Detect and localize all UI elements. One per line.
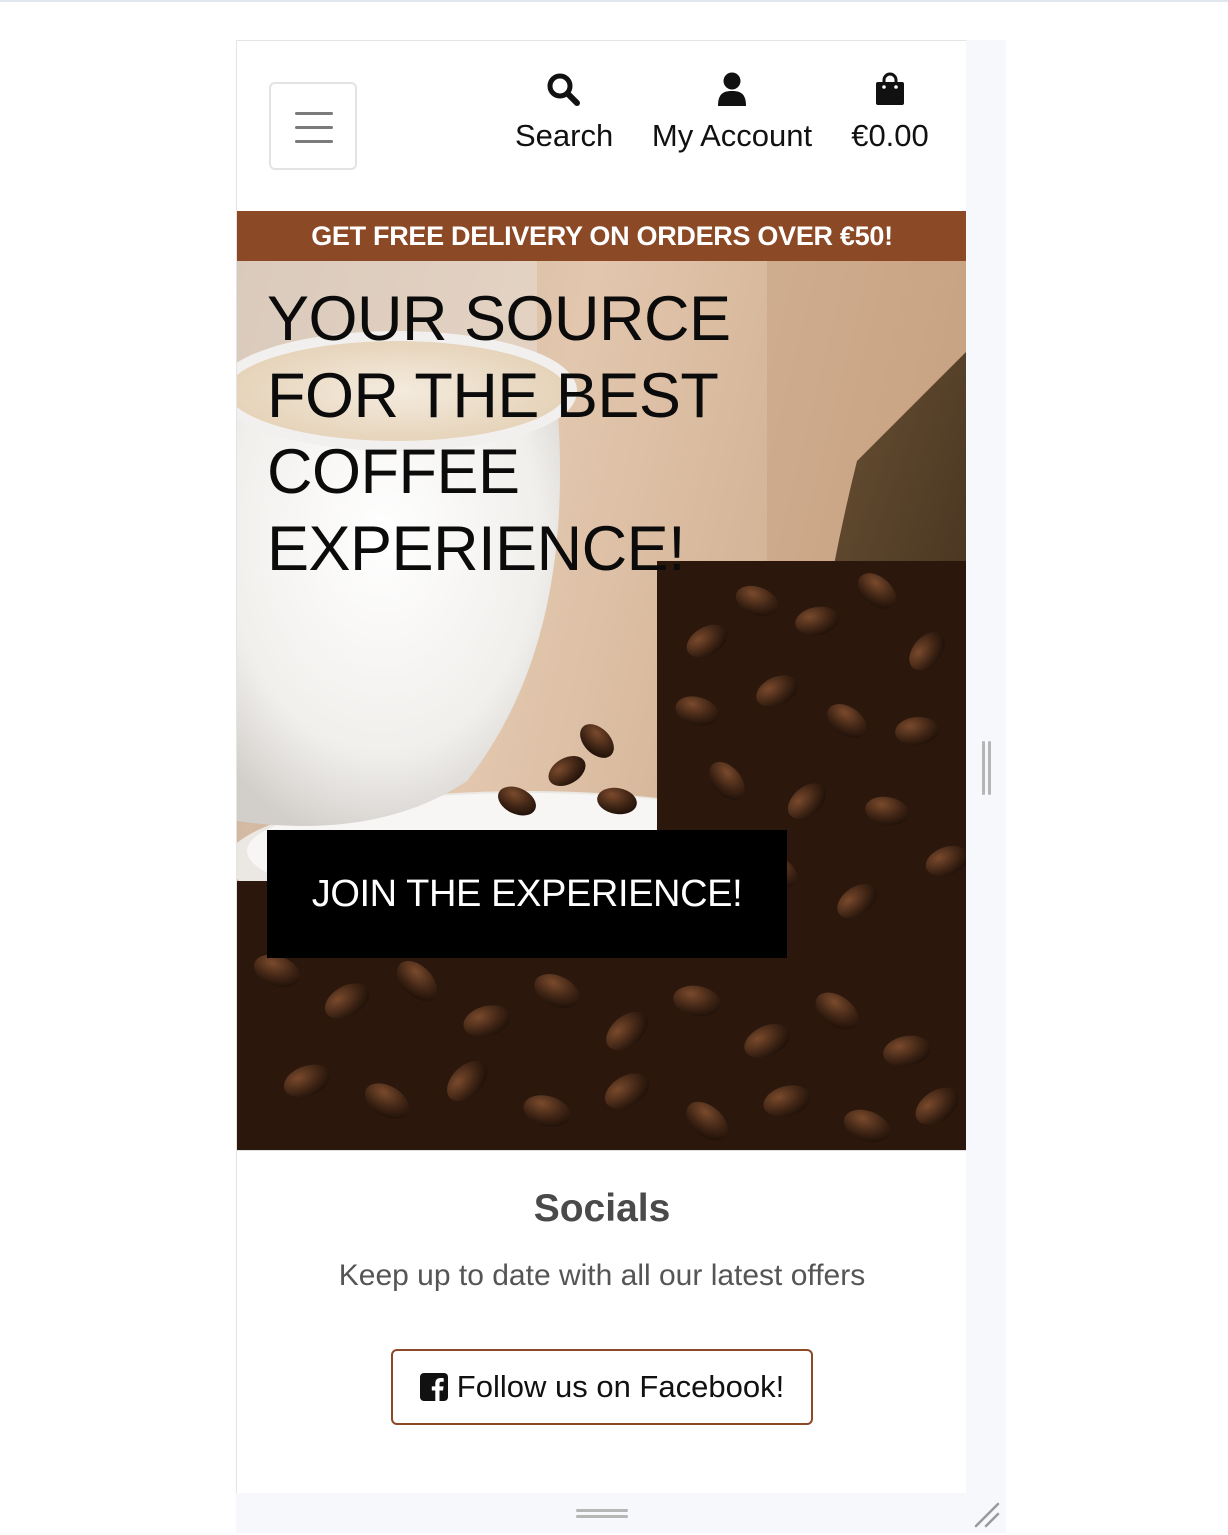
- search-label: Search: [515, 118, 614, 153]
- mobile-viewport: Search My Account €0.00 GET FREE DELIVER…: [236, 40, 966, 1493]
- socials-heading: Socials: [533, 1187, 671, 1230]
- viewport-resize-corner-icon[interactable]: [972, 1500, 1002, 1530]
- window-top-border: [0, 0, 1228, 2]
- free-delivery-banner: GET FREE DELIVERY ON ORDERS OVER €50!: [237, 211, 966, 261]
- user-icon: [718, 72, 746, 106]
- hamburger-menu-icon-bar: [295, 126, 333, 129]
- socials-subtitle: Keep up to date with all our latest offe…: [338, 1259, 866, 1292]
- facebook-button-label: Follow us on Facebook!: [456, 1369, 785, 1404]
- join-experience-button[interactable]: JOIN THE EXPERIENCE!: [267, 830, 787, 958]
- hero-heading: YOUR SOURCE FOR THE BEST COFFEE EXPERIEN…: [267, 284, 731, 584]
- socials-section: Socials Keep up to date with all our lat…: [237, 1150, 966, 1493]
- viewport-resize-handle-right[interactable]: [980, 741, 992, 795]
- cart-link[interactable]: €0.00: [847, 69, 933, 153]
- menu-toggle-button[interactable]: [269, 82, 357, 170]
- my-account-label: My Account: [651, 118, 813, 153]
- shopping-bag-icon: [876, 72, 904, 105]
- facebook-square-icon: [419, 1373, 448, 1401]
- search-link[interactable]: Search: [515, 69, 614, 153]
- follow-facebook-button[interactable]: Follow us on Facebook!: [391, 1349, 813, 1425]
- search-icon: [547, 73, 580, 106]
- cart-total-label: €0.00: [851, 118, 929, 153]
- site-header: Search My Account €0.00: [237, 41, 966, 212]
- hamburger-menu-icon: [295, 112, 333, 115]
- viewport-resize-handle-bottom[interactable]: [576, 1508, 628, 1520]
- hamburger-menu-icon-bar: [295, 140, 333, 143]
- hero-section: YOUR SOURCE FOR THE BEST COFFEE EXPERIEN…: [237, 261, 966, 1150]
- my-account-link[interactable]: My Account: [647, 69, 817, 153]
